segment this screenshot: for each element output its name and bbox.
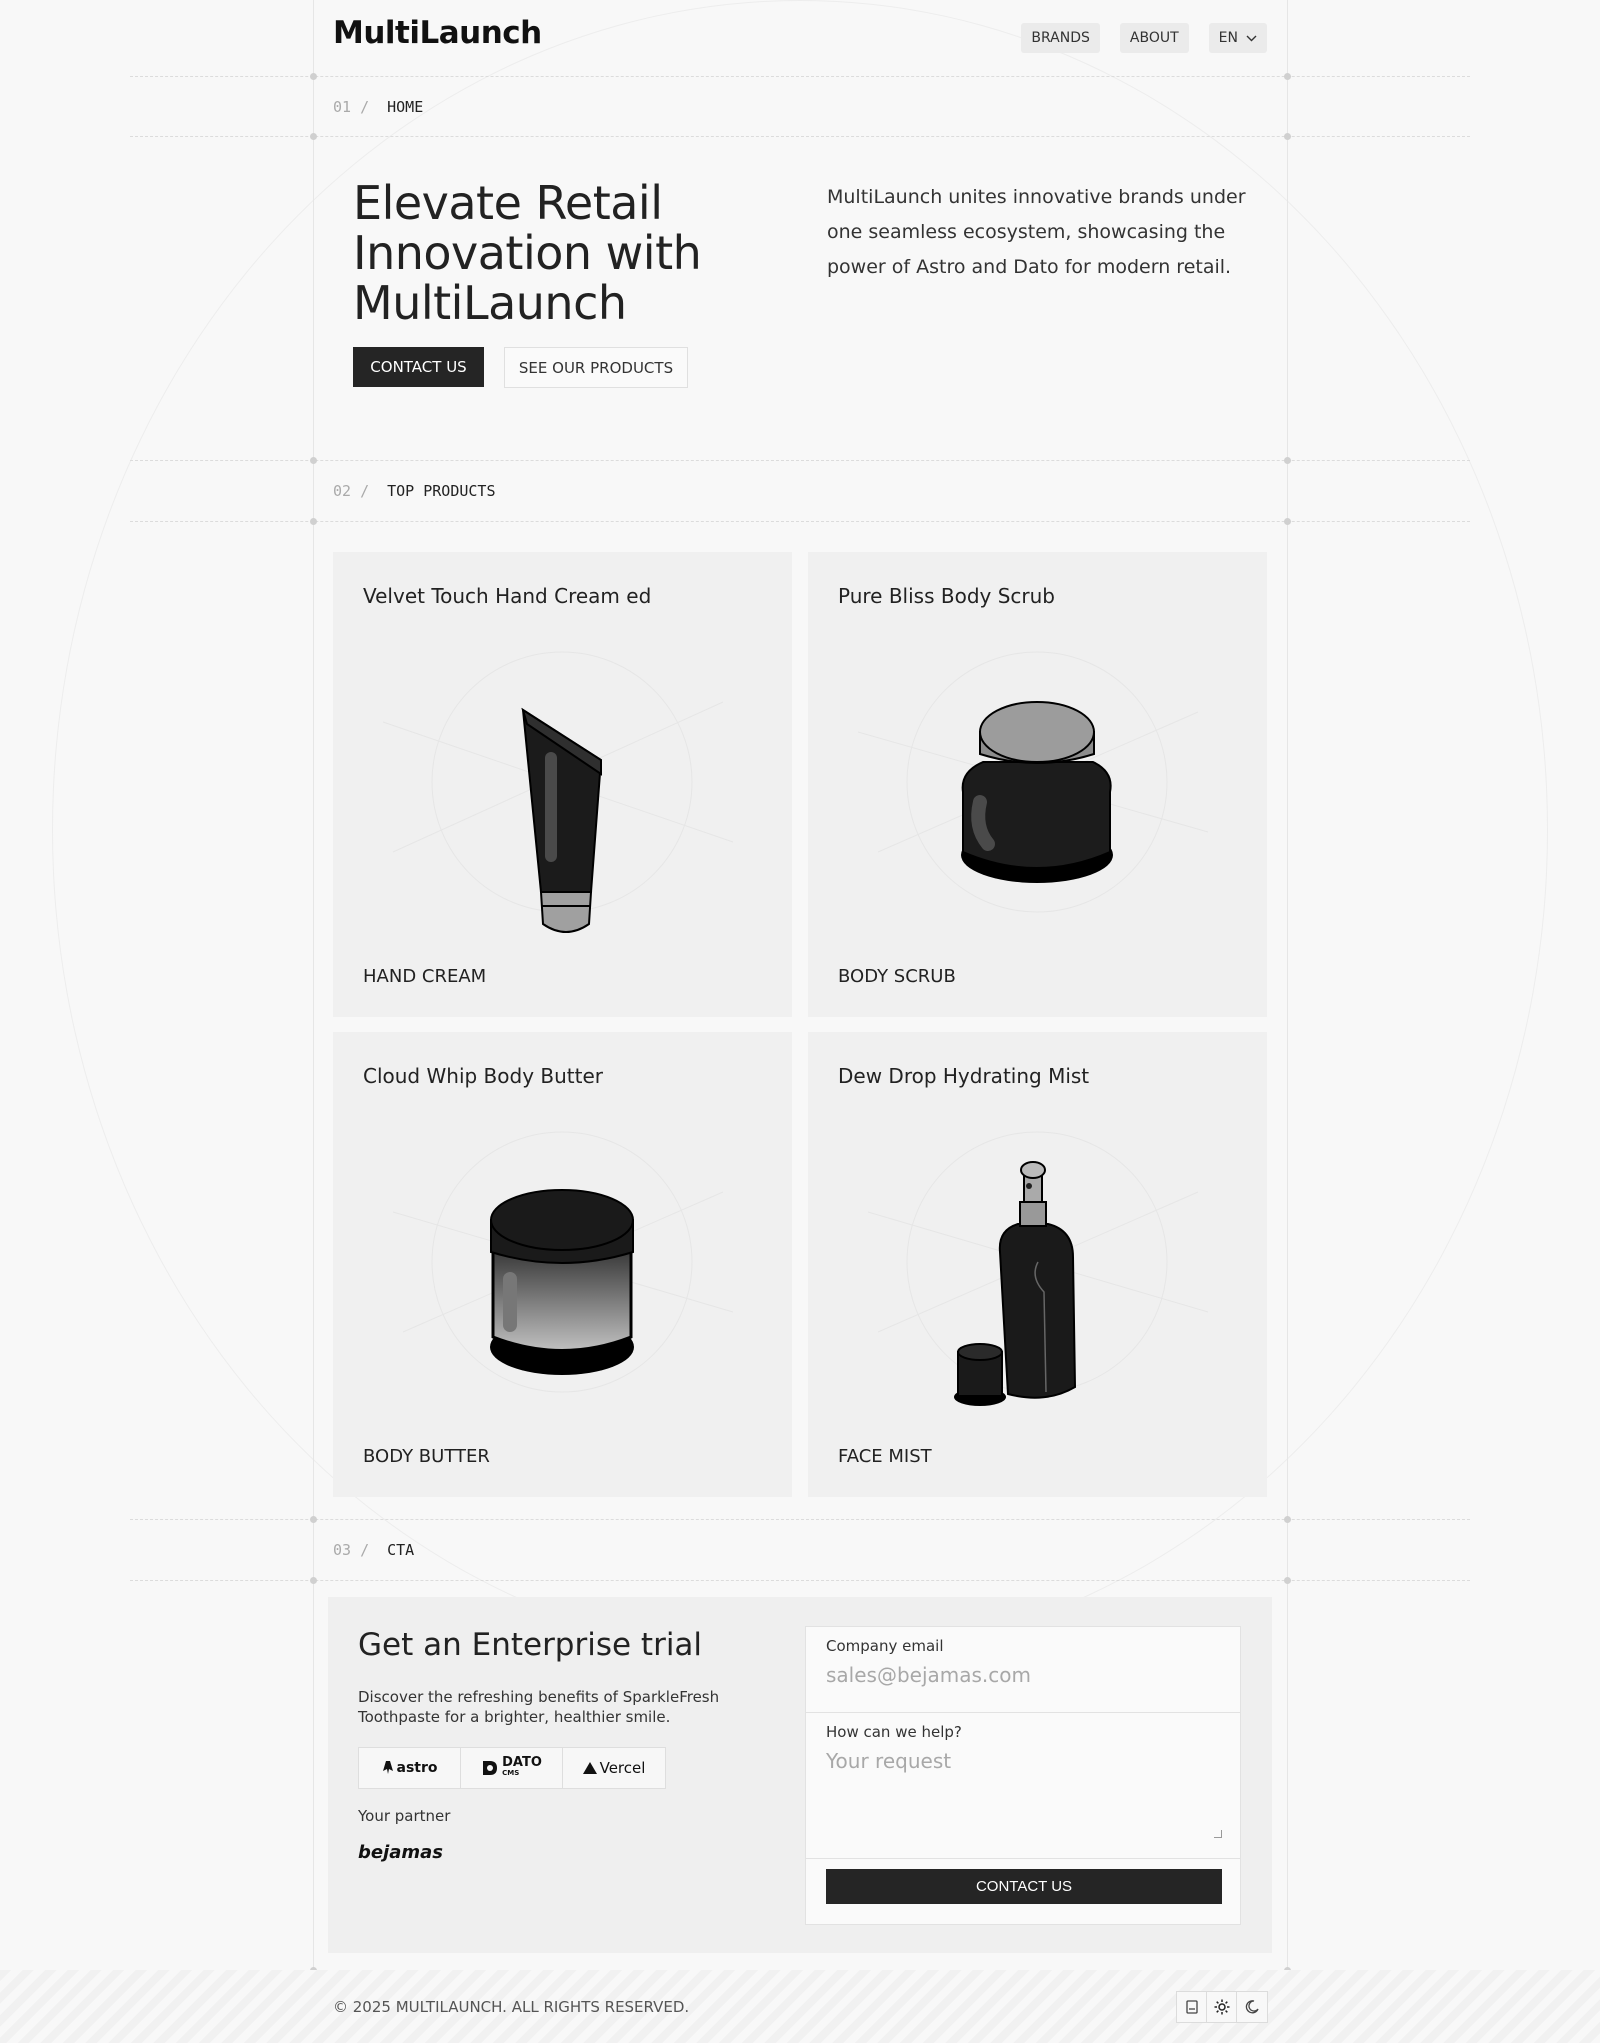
vercel-triangle-icon bbox=[582, 1762, 597, 1774]
enterprise-trial-panel: Get an Enterprise trial Discover the ref… bbox=[328, 1597, 1272, 1953]
system-theme-icon bbox=[1185, 2000, 1198, 2014]
dato-logo-text: DATO CMS bbox=[502, 1755, 542, 1778]
hero-title: Elevate Retail Innovation with MultiLaun… bbox=[353, 176, 702, 330]
section-number: 03 / bbox=[333, 1541, 370, 1559]
product-card[interactable]: Dew Drop Hydrating Mist FACE MIST bbox=[808, 1032, 1267, 1497]
partner-label: Your partner bbox=[358, 1807, 451, 1825]
see-products-button[interactable]: SEE OUR PRODUCTS bbox=[504, 347, 688, 388]
product-category: BODY BUTTER bbox=[363, 1446, 490, 1467]
grid-line bbox=[1287, 0, 1288, 1970]
divider bbox=[130, 1580, 1470, 1581]
system-theme-button[interactable] bbox=[1177, 1992, 1207, 2022]
body-scrub-jar-image bbox=[857, 651, 1209, 913]
grid-dot bbox=[310, 518, 317, 525]
bejamas-logo: bejamas bbox=[358, 1842, 444, 1863]
grid-dot bbox=[1284, 1516, 1291, 1523]
product-card[interactable]: Velvet Touch Hand Cream ed HAND CREAM bbox=[333, 552, 792, 1017]
product-category: FACE MIST bbox=[838, 1446, 932, 1467]
email-input[interactable] bbox=[826, 1663, 1222, 1687]
section-title: CTA bbox=[387, 1541, 415, 1559]
request-label: How can we help? bbox=[826, 1723, 962, 1741]
cta-description: Discover the refreshing benefits of Spar… bbox=[358, 1688, 720, 1726]
moon-icon bbox=[1245, 2000, 1259, 2014]
product-title: Pure Bliss Body Scrub bbox=[838, 584, 1055, 608]
product-title: Dew Drop Hydrating Mist bbox=[838, 1064, 1090, 1088]
request-textarea[interactable] bbox=[826, 1749, 1222, 1825]
hero: Elevate Retail Innovation with MultiLaun… bbox=[313, 0, 1287, 460]
divider bbox=[130, 521, 1470, 522]
vercel-logo-text: Vercel bbox=[599, 1759, 646, 1777]
contact-us-button[interactable]: CONTACT US bbox=[353, 347, 484, 387]
product-category: HAND CREAM bbox=[363, 966, 487, 987]
dato-icon bbox=[483, 1761, 498, 1775]
copyright: © 2025 MULTILAUNCH. ALL RIGHTS RESERVED. bbox=[333, 1998, 690, 2016]
dark-theme-button[interactable] bbox=[1237, 1992, 1267, 2022]
astro-logo: astro bbox=[359, 1748, 461, 1788]
product-title: Cloud Whip Body Butter bbox=[363, 1064, 603, 1088]
grid-dot bbox=[1284, 518, 1291, 525]
dato-logo-name: DATO bbox=[502, 1755, 542, 1770]
product-title: Velvet Touch Hand Cream ed bbox=[363, 584, 652, 608]
product-card[interactable]: Pure Bliss Body Scrub BODY SCRUB bbox=[808, 552, 1267, 1017]
light-theme-button[interactable] bbox=[1207, 1992, 1237, 2022]
dato-logo: DATO CMS bbox=[461, 1748, 563, 1788]
section-label-cta: 03 / CTA bbox=[333, 1541, 414, 1559]
contact-form: Company email How can we help? CONTACT U… bbox=[805, 1626, 1241, 1925]
grid-dot bbox=[1284, 1577, 1291, 1584]
email-field: Company email bbox=[806, 1627, 1240, 1713]
divider bbox=[130, 1519, 1470, 1520]
sun-icon bbox=[1214, 1999, 1229, 2015]
cta-title: Get an Enterprise trial bbox=[358, 1627, 703, 1663]
astro-icon bbox=[382, 1761, 393, 1774]
grid-dot bbox=[310, 1577, 317, 1584]
dato-logo-sub: CMS bbox=[502, 1769, 520, 1777]
section-title: TOP PRODUCTS bbox=[387, 482, 496, 500]
product-category: BODY SCRUB bbox=[838, 966, 956, 987]
theme-toggle bbox=[1176, 1991, 1268, 2023]
site-footer: © 2025 MULTILAUNCH. ALL RIGHTS RESERVED. bbox=[0, 1970, 1600, 2043]
request-field: How can we help? bbox=[806, 1713, 1240, 1859]
body-butter-jar-image bbox=[392, 1131, 734, 1393]
product-card[interactable]: Cloud Whip Body Butter BODY BUTTER bbox=[333, 1032, 792, 1497]
face-mist-bottle-image bbox=[867, 1131, 1209, 1406]
email-label: Company email bbox=[826, 1637, 944, 1655]
divider bbox=[130, 460, 1470, 461]
form-contact-us-button[interactable]: CONTACT US bbox=[826, 1869, 1222, 1904]
vercel-logo: Vercel bbox=[563, 1748, 665, 1788]
resize-grip-icon[interactable] bbox=[1214, 1830, 1222, 1838]
section-label-products: 02 / TOP PRODUCTS bbox=[333, 482, 496, 500]
hand-cream-tube-image bbox=[382, 651, 734, 933]
hero-description: MultiLaunch unites innovative brands und… bbox=[827, 186, 1246, 278]
section-number: 02 / bbox=[333, 482, 370, 500]
astro-logo-text: astro bbox=[396, 1760, 438, 1776]
tech-logos: astro DATO CMS Vercel bbox=[358, 1747, 666, 1789]
grid-dot bbox=[310, 1516, 317, 1523]
